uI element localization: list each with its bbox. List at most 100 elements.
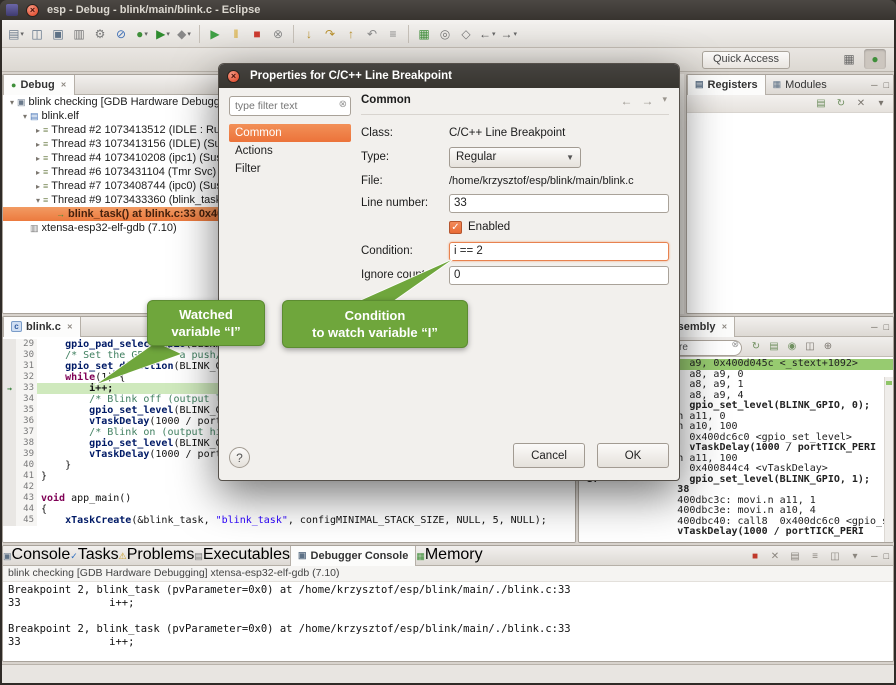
debug-tree-item[interactable]: ▸≡Thread #2 1073413512 (IDLE : Running) bbox=[3, 123, 233, 137]
expander-icon[interactable]: ▸ bbox=[33, 154, 43, 163]
layout-icon[interactable]: ▤ bbox=[813, 96, 829, 112]
dialog-close-icon[interactable]: × bbox=[227, 70, 240, 83]
maximize-icon[interactable]: □ bbox=[884, 80, 889, 90]
expander-icon[interactable]: ▸ bbox=[33, 126, 43, 135]
debug-perspective-icon[interactable]: ● bbox=[864, 49, 886, 69]
line-number-input[interactable] bbox=[449, 194, 669, 213]
close-icon[interactable]: ✕ bbox=[722, 323, 728, 331]
terminate-icon[interactable]: ■ bbox=[247, 23, 267, 45]
remove-icon[interactable]: ✕ bbox=[853, 96, 869, 112]
enabled-checkbox[interactable]: ✓ bbox=[449, 221, 462, 234]
close-icon[interactable]: ✕ bbox=[61, 81, 67, 89]
dialog-nav-common[interactable]: Common bbox=[229, 124, 351, 142]
dialog-nav-filter[interactable]: Filter bbox=[229, 160, 351, 178]
show-source-icon[interactable]: ▤ bbox=[766, 339, 782, 355]
external-tools-icon[interactable]: ◆▾ bbox=[174, 23, 194, 45]
console-tab-problems[interactable]: ⚠Problems bbox=[119, 546, 195, 566]
clear-console-icon[interactable]: ▤ bbox=[787, 548, 803, 564]
forward-icon[interactable]: → bbox=[641, 94, 653, 108]
console-tab-memory[interactable]: ▦Memory bbox=[416, 546, 482, 566]
save-icon[interactable]: ◫ bbox=[27, 23, 47, 45]
open-perspective-icon[interactable]: ▦ bbox=[838, 49, 860, 69]
expander-icon[interactable]: ▾ bbox=[33, 196, 43, 205]
clear-icon[interactable]: ⊗ bbox=[731, 339, 739, 350]
console-output[interactable]: Breakpoint 2, blink_task (pvParameter=0x… bbox=[3, 582, 893, 651]
annotations-icon[interactable]: ◇ bbox=[456, 23, 476, 45]
dialog-nav-actions[interactable]: Actions bbox=[229, 142, 351, 160]
pin-icon[interactable]: ⊕ bbox=[820, 339, 836, 355]
debug-tree-item[interactable]: ▸≡Thread #6 1073431104 (Tmr Svc) (Suspen… bbox=[3, 165, 233, 179]
tab-blink-c[interactable]: c blink.c ✕ bbox=[3, 317, 81, 337]
debug-tree-item[interactable]: ▸≡Thread #3 1073413156 (IDLE) (Suspended… bbox=[3, 137, 233, 151]
debug-icon[interactable]: ●▾ bbox=[132, 23, 152, 45]
ok-button[interactable]: OK bbox=[597, 443, 669, 468]
debug-tree-item[interactable]: ▥xtensa-esp32-elf-gdb (7.10) bbox=[3, 221, 233, 235]
console-tab-tasks[interactable]: ✓Tasks bbox=[70, 546, 118, 566]
debug-tree-item[interactable]: →blink_task() at blink.c:33 0x400dbc14 bbox=[3, 207, 233, 221]
run-icon[interactable]: ▶▾ bbox=[153, 23, 173, 45]
code-text[interactable]: void app_main() bbox=[37, 493, 575, 504]
ignore-count-input[interactable] bbox=[449, 266, 669, 285]
view-menu-icon[interactable]: ▾ bbox=[847, 548, 863, 564]
refresh-icon[interactable]: ↻ bbox=[748, 339, 764, 355]
pin-console-icon[interactable]: ◫ bbox=[827, 548, 843, 564]
minimize-icon[interactable]: ─ bbox=[871, 551, 877, 561]
type-select[interactable]: Regular ▼ bbox=[449, 147, 581, 168]
expander-icon[interactable]: ▾ bbox=[20, 112, 30, 121]
scroll-lock-icon[interactable]: ≡ bbox=[807, 548, 823, 564]
maximize-icon[interactable]: □ bbox=[884, 551, 889, 561]
minimize-icon[interactable]: ─ bbox=[871, 80, 877, 90]
close-icon[interactable]: ✕ bbox=[67, 323, 73, 331]
minimize-icon[interactable]: ─ bbox=[871, 322, 877, 332]
skip-breakpoints-icon[interactable]: ⊘ bbox=[111, 23, 131, 45]
scrollbar[interactable] bbox=[884, 377, 893, 542]
code-text[interactable]: xTaskCreate(&blink_task, "blink_task", c… bbox=[37, 515, 575, 526]
new-wizard-icon[interactable]: ▤▾ bbox=[6, 23, 26, 45]
cancel-button[interactable]: Cancel bbox=[513, 443, 585, 468]
refresh-icon[interactable]: ↻ bbox=[833, 96, 849, 112]
save-all-icon[interactable]: ▣ bbox=[48, 23, 68, 45]
debug-tree-item[interactable]: ▾≡Thread #9 1073433360 (blink_task) (Sus… bbox=[3, 193, 233, 207]
window-close-icon[interactable]: × bbox=[26, 4, 39, 17]
suspend-icon[interactable]: ‖ bbox=[226, 23, 246, 45]
sync-pc-icon[interactable]: ◉ bbox=[784, 339, 800, 355]
debug-tree-item[interactable]: ▾▤blink.elf bbox=[3, 109, 233, 123]
step-over-icon[interactable]: ↷ bbox=[320, 23, 340, 45]
expander-icon[interactable]: ▸ bbox=[33, 168, 43, 177]
terminate-icon[interactable]: ■ bbox=[747, 548, 763, 564]
chevron-down-icon[interactable]: ▾ bbox=[662, 94, 667, 108]
code-text[interactable] bbox=[37, 482, 575, 493]
clear-icon[interactable]: ⊗ bbox=[339, 99, 347, 110]
tab-modules[interactable]: ▦ Modules bbox=[766, 75, 834, 95]
print-icon[interactable]: ▥ bbox=[69, 23, 89, 45]
back-icon[interactable]: ← bbox=[620, 94, 632, 108]
filter-input[interactable] bbox=[229, 96, 351, 116]
expander-icon[interactable]: ▾ bbox=[7, 98, 17, 107]
quick-access-button[interactable]: Quick Access bbox=[702, 51, 790, 69]
memory-monitor-icon[interactable]: ▦ bbox=[414, 23, 434, 45]
debug-tree-item[interactable]: ▾▣blink checking [GDB Hardware Debugging… bbox=[3, 95, 233, 109]
forward-icon[interactable]: →▾ bbox=[499, 23, 520, 45]
back-icon[interactable]: ←▾ bbox=[477, 23, 498, 45]
drop-to-frame-icon[interactable]: ↶ bbox=[362, 23, 382, 45]
step-return-icon[interactable]: ↑ bbox=[341, 23, 361, 45]
disconnect-icon[interactable]: ⊗ bbox=[268, 23, 288, 45]
expander-icon[interactable]: ▸ bbox=[33, 182, 43, 191]
track-expression-icon[interactable]: ◫ bbox=[802, 339, 818, 355]
tab-debug[interactable]: ● Debug ✕ bbox=[3, 75, 75, 95]
condition-input[interactable] bbox=[449, 242, 669, 261]
console-tab-executables[interactable]: ▤Executables bbox=[194, 546, 290, 566]
maximize-icon[interactable]: □ bbox=[884, 322, 889, 332]
view-menu-icon[interactable]: ▾ bbox=[873, 96, 889, 112]
instruction-stepping-icon[interactable]: ≡ bbox=[383, 23, 403, 45]
console-tab-console[interactable]: ▣Console bbox=[3, 546, 70, 566]
build-icon[interactable]: ⚙ bbox=[90, 23, 110, 45]
debug-tree-item[interactable]: ▸≡Thread #7 1073408744 (ipc0) (Suspended… bbox=[3, 179, 233, 193]
console-tab-debugger-console[interactable]: ▣Debugger Console bbox=[290, 546, 416, 566]
code-text[interactable]: { bbox=[37, 504, 575, 515]
step-into-icon[interactable]: ↓ bbox=[299, 23, 319, 45]
tab-registers[interactable]: ▤ Registers bbox=[687, 75, 766, 95]
debug-tree-item[interactable]: ▸≡Thread #4 1073410208 (ipc1) (Suspended… bbox=[3, 151, 233, 165]
expander-icon[interactable]: ▸ bbox=[33, 140, 43, 149]
remove-launch-icon[interactable]: ✕ bbox=[767, 548, 783, 564]
